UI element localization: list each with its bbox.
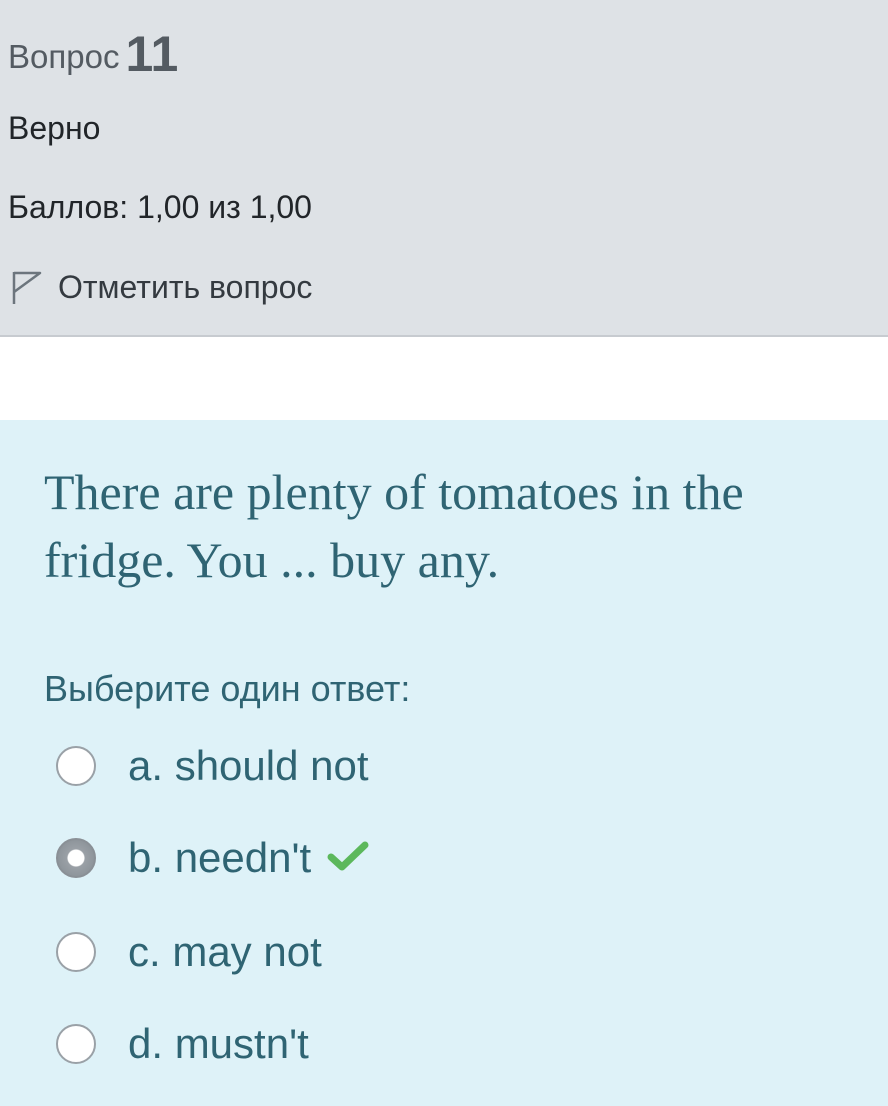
answer-label-c: c. may not	[128, 928, 322, 975]
answer-label-a: a. should not	[128, 742, 369, 789]
question-heading: Вопрос 11	[8, 22, 179, 82]
flag-question-label: Отметить вопрос	[58, 268, 313, 305]
answer-option-c[interactable]: c. may not	[56, 922, 836, 982]
answer-radio-a[interactable]	[56, 746, 96, 786]
answer-radio-b[interactable]	[56, 838, 96, 878]
question-content-panel: There are plenty of tomatoes in the frid…	[0, 420, 888, 1106]
answer-radio-d[interactable]	[56, 1024, 96, 1064]
answer-radio-c[interactable]	[56, 932, 96, 972]
answer-option-b[interactable]: b. needn't	[56, 828, 836, 888]
question-grade: Баллов: 1,00 из 1,00	[8, 189, 312, 225]
check-icon	[327, 840, 369, 877]
question-word: Вопрос	[8, 38, 120, 75]
question-text: There are plenty of tomatoes in the frid…	[44, 464, 744, 588]
flag-outline-icon	[8, 268, 44, 306]
question-state: Верно	[8, 110, 101, 146]
answer-option-a[interactable]: a. should not	[56, 736, 836, 796]
question-info-panel: Вопрос 11 Верно Баллов: 1,00 из 1,00 Отме…	[0, 0, 888, 337]
answer-prompt: Выберите один ответ:	[44, 668, 411, 709]
flag-question-button[interactable]: Отметить вопрос	[8, 268, 312, 306]
answer-label-b: b. needn't	[128, 834, 312, 881]
answer-option-d[interactable]: d. mustn't	[56, 1014, 836, 1074]
answer-label-d: d. mustn't	[128, 1020, 309, 1067]
question-number: 11	[125, 26, 179, 82]
